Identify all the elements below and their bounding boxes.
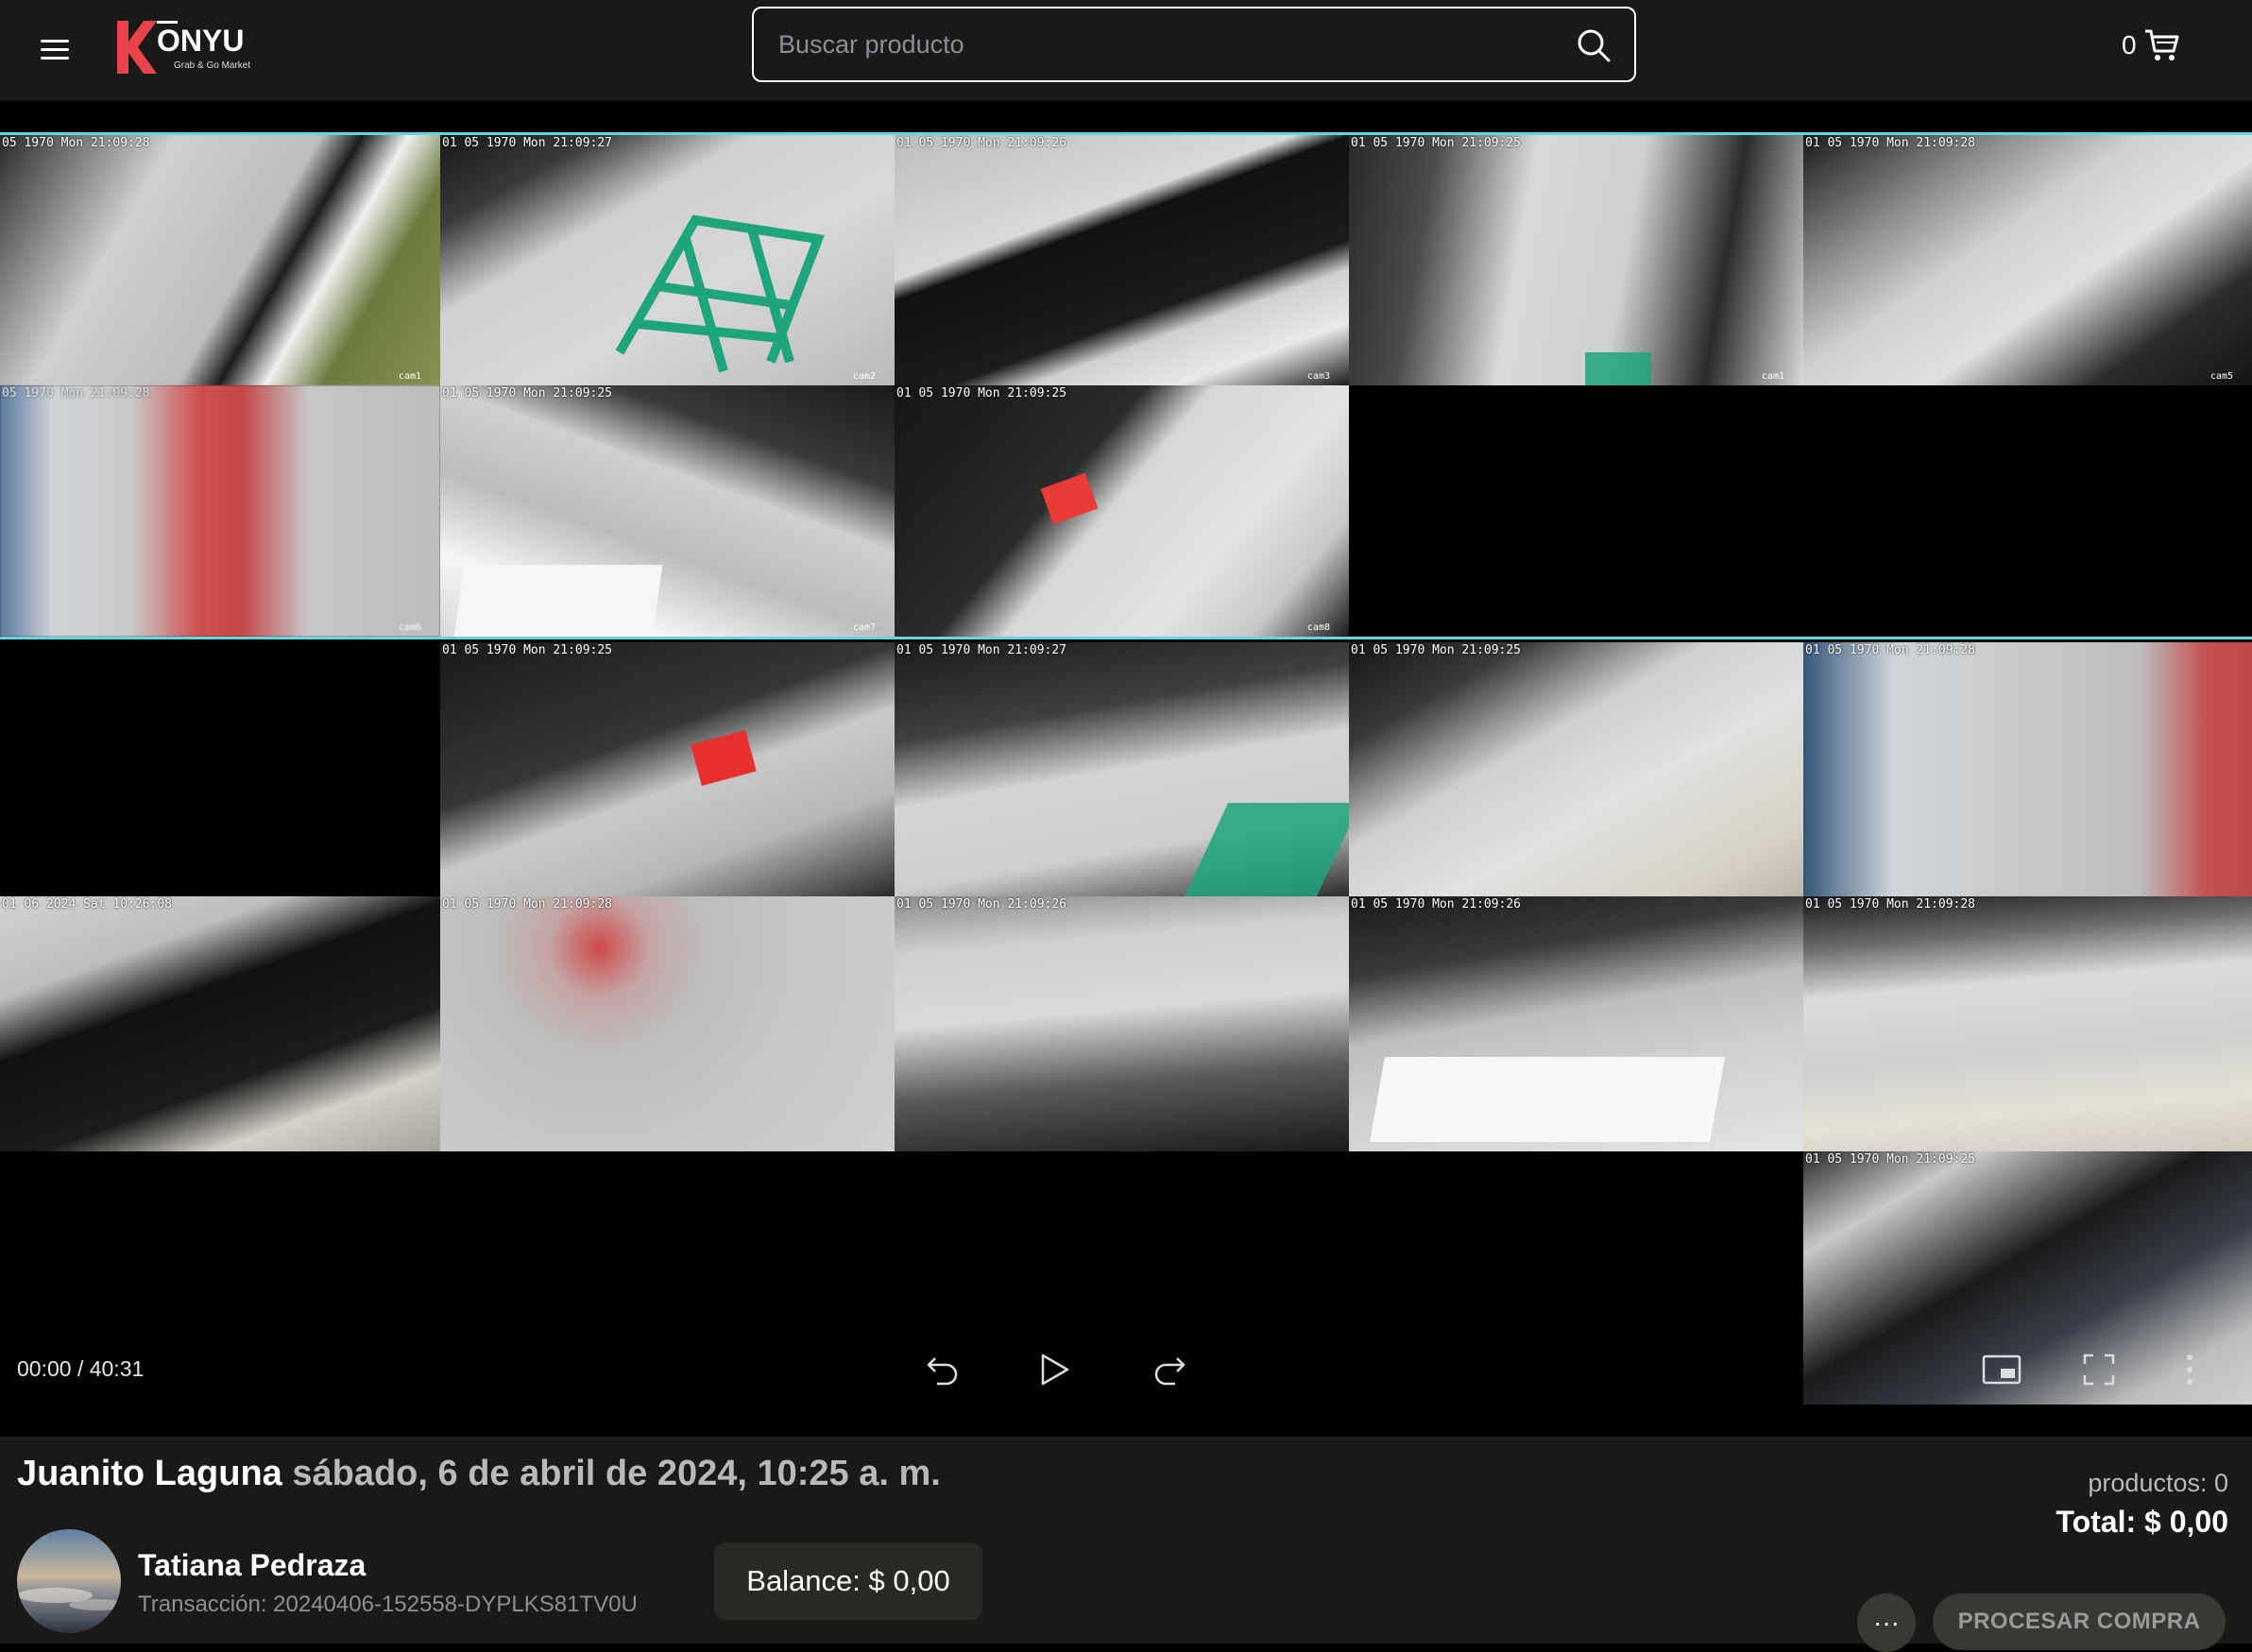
video-time: 00:00 / 40:31 [17,1356,145,1381]
camera-timestamp: 01 05 1970 Mon 21:09:28 [1805,136,1976,150]
camera-feed[interactable]: 01 05 1970 Mon 21:09:25 cam8 [895,385,1349,637]
divider-line [0,637,2252,639]
camera-feed[interactable]: 01 05 1970 Mon 21:09:25 cam7 [440,385,895,637]
products-count: productos: 0 [2088,1469,2228,1497]
svg-text:ONYU: ONYU [157,24,244,58]
svg-text:Grab & Go Market: Grab & Go Market [174,60,250,71]
search-icon[interactable] [1576,27,1612,63]
total-amount: Total: $ 0,00 [2056,1505,2228,1539]
camera-timestamp: 01 06 2024 Sat 10:26:08 [2,897,173,911]
camera-feed[interactable]: 01 05 1970 Mon 21:09:26 [1349,896,1803,1151]
cart-icon [2144,29,2179,60]
camera-feed[interactable]: 01 05 1970 Mon 21:09:25 cam1 [1349,135,1803,385]
fullscreen-icon[interactable] [2082,1353,2116,1387]
camera-label: cam3 [1306,371,1330,382]
balance-badge: Balance: $ 0,00 [714,1542,982,1620]
camera-timestamp: 01 05 1970 Mon 21:09:26 [896,897,1067,911]
search-input[interactable] [778,24,1534,65]
camera-timestamp: 01 05 1970 Mon 21:09:25 [442,643,613,657]
camera-feed[interactable]: 01 05 1970 Mon 21:09:28 [1803,642,2252,896]
camera-feed[interactable]: 01 06 2024 Sat 10:26:08 [0,896,440,1151]
camera-timestamp: 01 05 1970 Mon 21:09:27 [442,136,613,150]
cart-button[interactable]: 0 [2122,25,2180,66]
top-bar: ONYU Grab & Go Market 0 [0,0,2252,101]
camera-feed[interactable]: 05 1970 Mon 21:09:28 cam1 [0,135,440,385]
camera-timestamp: 01 05 1970 Mon 21:09:25 [442,386,613,400]
camera-feed[interactable]: 01 05 1970 Mon 21:09:28 cam5 [1803,135,2252,385]
forward-icon[interactable] [1151,1351,1188,1388]
brand-logo[interactable]: ONYU Grab & Go Market [115,19,285,76]
picture-in-picture-icon[interactable] [1982,1353,2022,1387]
camera-grid[interactable]: 05 1970 Mon 21:09:28 cam1 01 05 1970 Mon… [0,132,2252,1405]
camera-label: cam8 [1306,622,1330,633]
camera-feed[interactable]: 01 05 1970 Mon 21:09:26 [895,896,1349,1151]
camera-timestamp: 01 05 1970 Mon 21:09:26 [896,136,1067,150]
customer-name: Juanito Laguna [17,1454,282,1493]
process-purchase-button[interactable]: PROCESAR COMPRA [1933,1593,2226,1650]
camera-feed[interactable]: 01 05 1970 Mon 21:09:25 [440,642,895,896]
camera-feed[interactable]: 01 05 1970 Mon 21:09:27 [895,642,1349,896]
camera-label: cam7 [852,622,876,633]
transaction-id: Transacción: 20240406-152558-DYPLKS81TV0… [138,1592,638,1617]
divider-line [0,132,2252,135]
camera-feed[interactable]: 01 05 1970 Mon 21:09:25 [1349,642,1803,896]
camera-timestamp: 01 05 1970 Mon 21:09:28 [442,897,613,911]
camera-label: cam6 [398,622,421,633]
camera-timestamp: 01 05 1970 Mon 21:09:25 [1351,136,1522,150]
cart-count: 0 [2122,30,2137,60]
transaction-footer: Juanito Laguna sábado, 6 de abril de 202… [0,1437,2252,1652]
camera-feed[interactable]: 01 05 1970 Mon 21:09:26 cam3 [895,135,1349,385]
camera-label: cam1 [398,371,421,382]
operator-name: Tatiana Pedraza [138,1548,367,1582]
camera-timestamp: 01 05 1970 Mon 21:09:25 [1351,643,1522,657]
play-icon[interactable] [1035,1351,1073,1388]
camera-timestamp: 01 05 1970 Mon 21:09:25 [1805,1152,1976,1167]
camera-timestamp: 01 05 1970 Mon 21:09:27 [896,643,1067,657]
camera-feed[interactable]: 01 05 1970 Mon 21:09:27 cam2 [440,135,895,385]
camera-feed[interactable]: 01 05 1970 Mon 21:09:28 [440,896,895,1151]
transaction-title: Juanito Laguna sábado, 6 de abril de 202… [17,1454,941,1494]
camera-label: cam5 [2209,371,2233,382]
camera-timestamp: 05 1970 Mon 21:09:28 [2,136,150,150]
rewind-icon[interactable] [924,1351,962,1388]
transaction-datetime: sábado, 6 de abril de 2024, 10:25 a. m. [292,1454,941,1493]
camera-feed[interactable]: 01 05 1970 Mon 21:09:28 [1803,896,2252,1151]
more-options-icon[interactable] [2178,1353,2201,1387]
menu-icon[interactable] [38,32,72,66]
camera-label: cam1 [1761,371,1784,382]
camera-timestamp: 01 05 1970 Mon 21:09:26 [1351,897,1522,911]
search-box [752,7,1636,82]
camera-label: cam2 [852,371,876,382]
avatar [17,1529,121,1633]
camera-timestamp: 05 1970 Mon 21:09:28 [2,386,150,400]
camera-timestamp: 01 05 1970 Mon 21:09:28 [1805,643,1976,657]
camera-feed[interactable]: 05 1970 Mon 21:09:28 cam6 [0,385,440,637]
camera-timestamp: 01 05 1970 Mon 21:09:28 [1805,897,1976,911]
camera-timestamp: 01 05 1970 Mon 21:09:25 [896,386,1067,400]
